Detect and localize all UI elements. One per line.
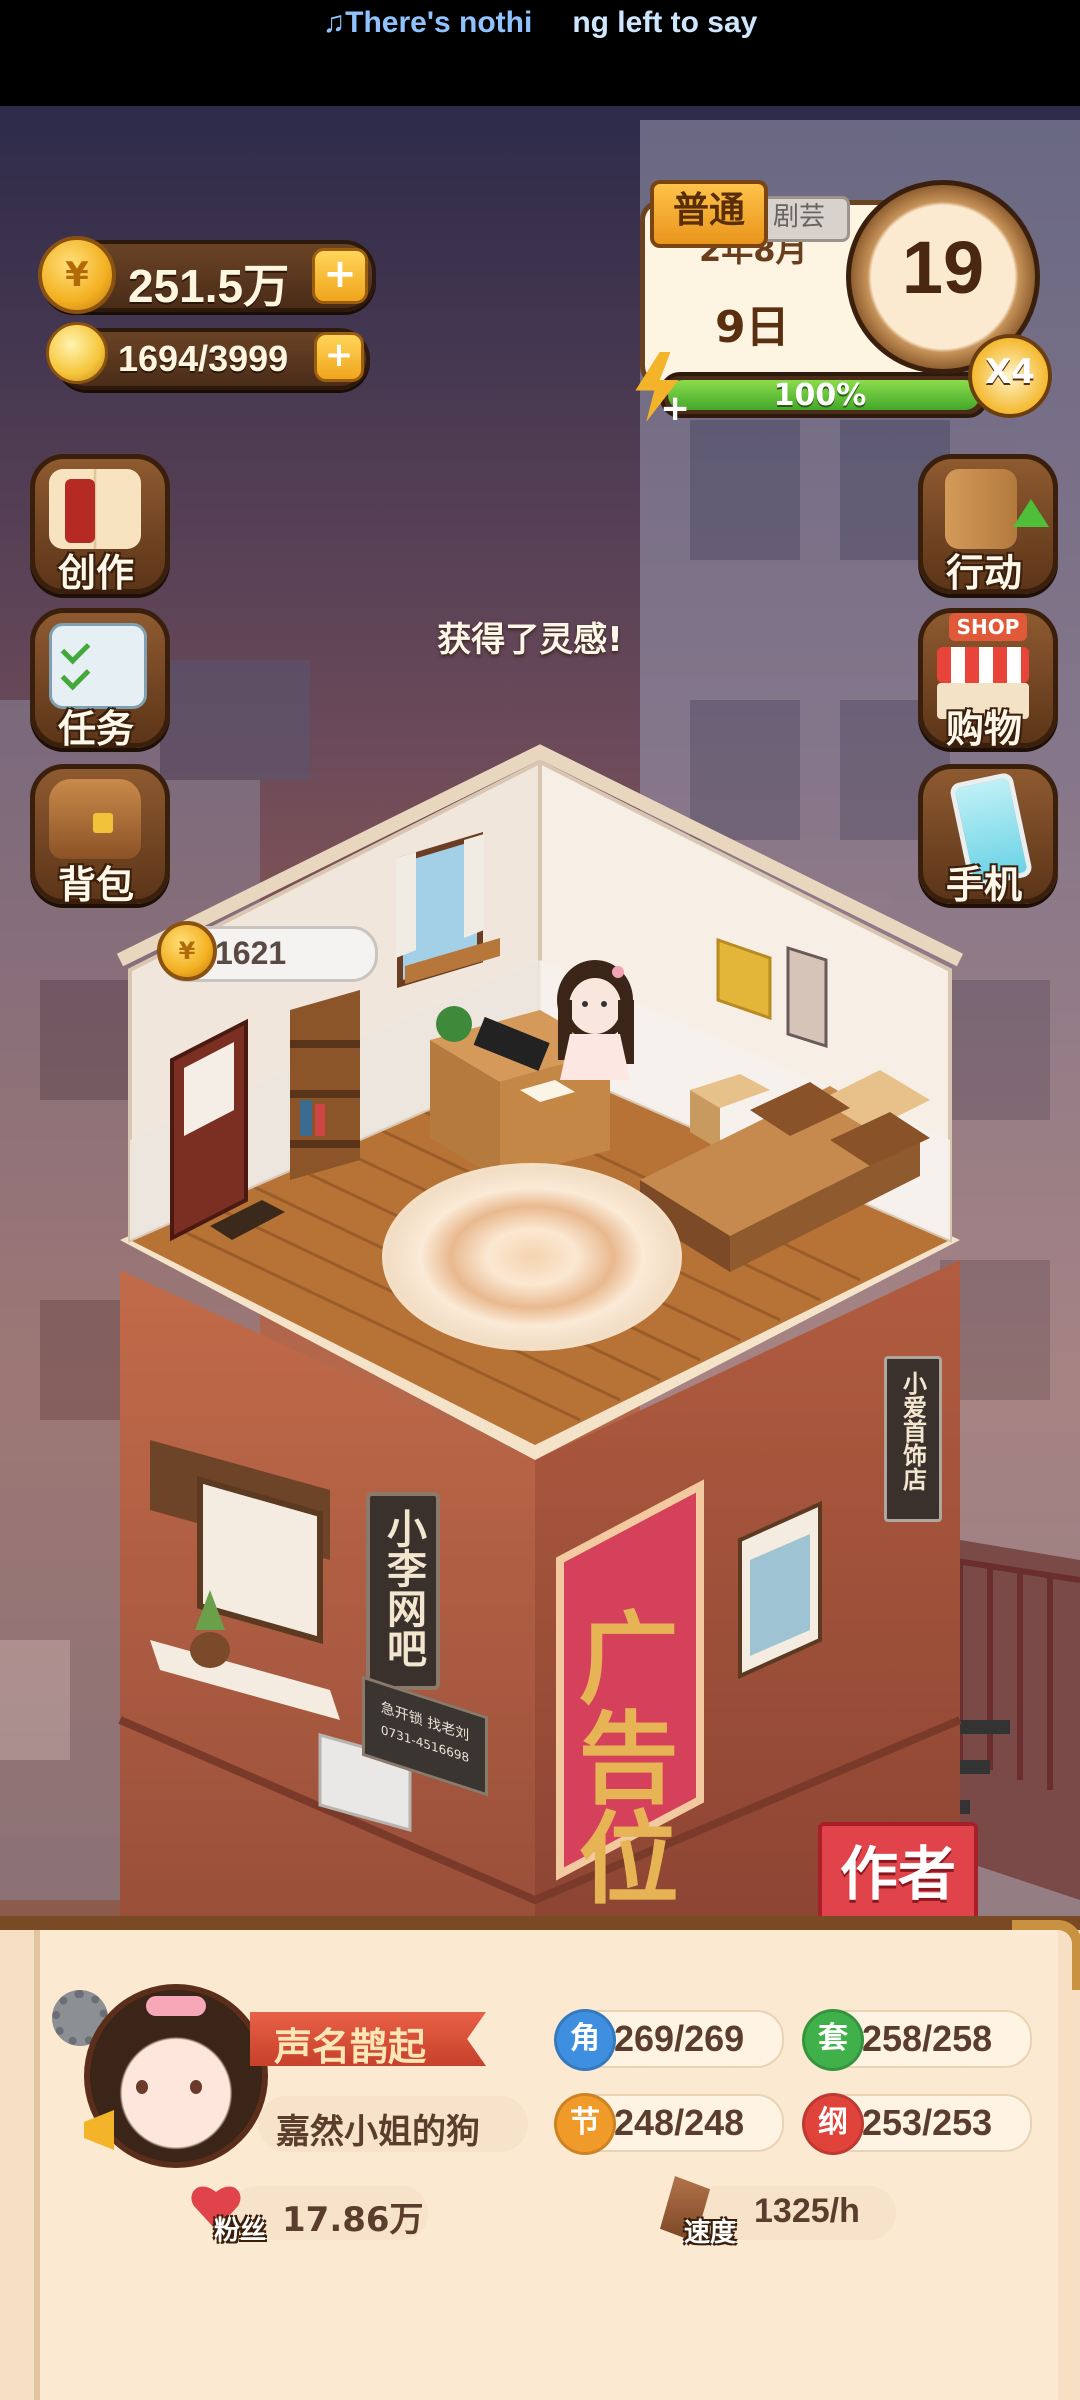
fans-label: 粉丝 [214,2216,267,2246]
now-playing-lyric: ♫There's nothi ng left to say [0,6,1080,40]
coin-icon-large: ¥ [38,236,116,314]
energy-percent: 100% [773,378,867,413]
calendar-day: 9日 [715,302,790,353]
difficulty-label: 普通 [672,190,745,231]
shop-badge: SHOP [949,613,1027,641]
coin-bubble[interactable]: ¥ 1621 [157,921,378,982]
stat-outline: 纲 253/253 [802,2093,1032,2155]
phone-label: 手机 [945,863,1022,907]
book-corner [1012,1920,1080,1990]
fans-count: 17.86万 [282,2200,424,2240]
inspiration-toast: 获得了灵感! [437,620,623,660]
speed-label: 速度 [684,2218,737,2248]
book-icon [49,469,141,549]
bag-label: 背包 [57,863,134,907]
add-coins-button[interactable]: + [312,248,368,304]
billboard-text: 广告位 [561,1606,678,1906]
stat-setting: 套 258/258 [802,2009,1032,2071]
title-ribbon: 声名鹊起 [250,2012,486,2066]
book-binding [0,1916,1080,1930]
lightbulb-icon [46,322,108,384]
round-rug [382,1163,682,1351]
author-button[interactable]: 作者 [818,1822,978,1926]
speed-multiplier-label: X4 [985,352,1035,392]
stat-plot: 节 248/248 [554,2093,784,2155]
action-label: 行动 [945,551,1022,595]
stat-setting-badge: 套 [802,2009,864,2071]
coin-icon: ¥ [157,921,217,981]
add-inspiration-button[interactable]: + [314,332,364,382]
coin-amount: 251.5万 [128,260,290,312]
player-title: 声名鹊起 [274,2025,427,2069]
checklist-icon [49,623,147,709]
sign-jewelry-shop: 小爱首饰店 [884,1356,942,1522]
name-plate: 嘉然小姐的狗 [258,2096,528,2152]
energy-bar: 100% [660,372,988,418]
energy-plus-icon[interactable]: + [660,388,690,429]
door [170,1018,248,1242]
stat-character-value: 269/269 [614,2018,745,2059]
lyric-part-1: ♫There's nothi [322,6,533,39]
create-label: 创作 [57,551,134,595]
shop-label: 购物 [945,707,1022,751]
lyric-part-2: ng left to say [572,6,758,39]
player-name: 嘉然小姐的狗 [276,2112,480,2152]
sign-internet-cafe-text: 小李网吧 [380,1508,426,1668]
difficulty-tag: 普通 [650,180,768,248]
writing-speed: 1325/h [754,2192,860,2230]
sign-internet-cafe: 小李网吧 [366,1492,440,1690]
player-character [557,960,634,1080]
stat-plot-value: 248/248 [614,2102,745,2143]
tasks-label: 任务 [57,707,134,751]
status-bar: ♫There's nothi ng left to say [0,0,1080,106]
shop-icon [937,647,1029,683]
door-icon [945,469,1017,549]
stat-plot-badge: 节 [554,2093,616,2155]
stat-character: 角 269/269 [554,2009,784,2071]
author-button-label: 作者 [839,1840,956,1908]
sign-jewelry-shop-text: 小爱首饰店 [898,1371,927,1491]
stat-outline-badge: 纲 [802,2093,864,2155]
stat-character-badge: 角 [554,2009,616,2071]
stat-setting-value: 258/258 [862,2018,993,2059]
coin-bubble-value: 1621 [215,935,287,971]
speed-multiplier-button[interactable]: X4 [968,334,1052,418]
inspiration-amount: 1694/3999 [118,338,289,379]
clock-hour: 19 [901,226,985,309]
stat-outline-value: 253/253 [862,2102,993,2143]
